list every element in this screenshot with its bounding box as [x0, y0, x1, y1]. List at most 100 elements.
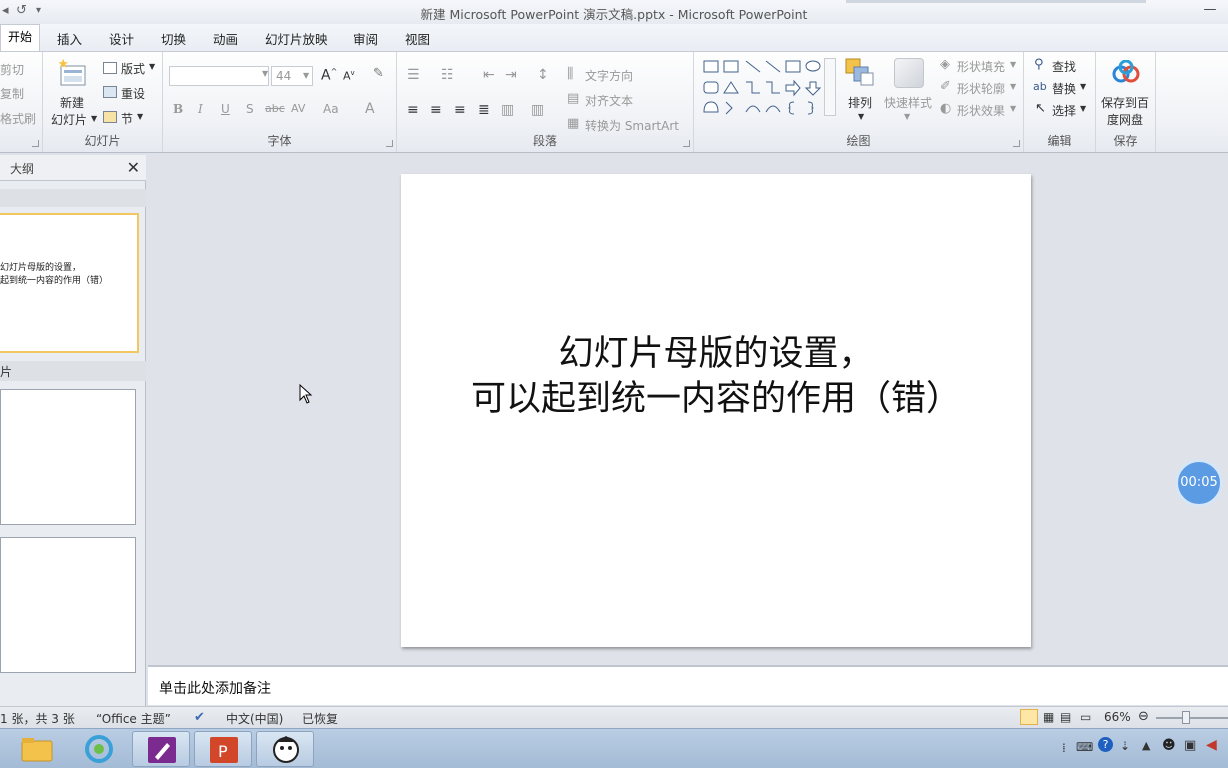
align-right-icon[interactable]: ≡ [454, 102, 466, 118]
recording-timer[interactable]: 00:05 [1175, 459, 1223, 507]
drawing-launcher-icon[interactable] [1013, 140, 1020, 147]
underline-button[interactable]: U [221, 102, 230, 116]
justify-icon[interactable]: ≣ [478, 102, 490, 118]
slide-thumbnail-2[interactable] [0, 389, 136, 525]
tab-insert[interactable]: 插入 [57, 29, 82, 48]
taskbar-powerpoint[interactable]: P [194, 731, 252, 767]
cut-button[interactable]: 剪切 [0, 61, 24, 78]
show-hidden-icon[interactable]: ▲ [1142, 739, 1150, 752]
shape-fill-button[interactable]: 形状填充 [957, 58, 1005, 75]
arrange-button[interactable]: 排列 [848, 94, 872, 111]
tab-slideshow[interactable]: 幻灯片放映 [265, 29, 328, 48]
text-direction-button[interactable]: 文字方向 [585, 67, 633, 84]
shrink-font-icon[interactable]: Av [343, 69, 355, 83]
font-launcher-icon[interactable] [386, 140, 393, 147]
shapes-scrollbar[interactable] [824, 58, 836, 116]
slide-title-line-1[interactable]: 幻灯片母版的设置， [401, 325, 1031, 376]
select-button[interactable]: 选择 [1052, 102, 1076, 119]
shape-outline-dropdown-icon[interactable]: ▼ [1010, 82, 1016, 91]
decrease-indent-icon[interactable]: ⇤ [483, 67, 495, 83]
font-color-button[interactable]: A [365, 101, 375, 117]
minimize-icon[interactable]: — [1200, 2, 1220, 20]
section-dropdown-icon[interactable]: ▼ [137, 112, 143, 121]
line-spacing-icon[interactable]: ↕ [537, 67, 549, 83]
tab-transitions[interactable]: 切换 [161, 29, 186, 48]
shadow-button[interactable]: S [246, 102, 254, 116]
font-name-dropdown-icon[interactable]: ▼ [262, 69, 268, 78]
shape-fill-dropdown-icon[interactable]: ▼ [1010, 60, 1016, 69]
arrange-dropdown-icon[interactable]: ▼ [858, 112, 864, 121]
section-button[interactable]: 节 [121, 110, 133, 127]
tab-review[interactable]: 审阅 [353, 29, 378, 48]
new-slide-label-1[interactable]: 新建 [60, 94, 84, 111]
shape-outline-button[interactable]: 形状轮廓 [957, 80, 1005, 97]
clear-format-icon[interactable]: ✎ [373, 66, 384, 81]
font-size-dropdown-icon[interactable]: ▼ [303, 71, 309, 80]
close-pane-icon[interactable]: ✕ [127, 158, 140, 177]
reset-button[interactable]: 重设 [121, 85, 145, 102]
zoom-slider-thumb[interactable] [1182, 711, 1190, 724]
shape-effects-dropdown-icon[interactable]: ▼ [1010, 104, 1016, 113]
zoom-slider-track[interactable] [1156, 717, 1228, 719]
slideshow-view-icon[interactable]: ▭ [1080, 710, 1091, 724]
select-dropdown-icon[interactable]: ▼ [1080, 104, 1086, 113]
bold-button[interactable]: B [173, 102, 183, 116]
reading-view-icon[interactable]: ▤ [1060, 710, 1071, 724]
tab-outline[interactable]: 大纲 [10, 160, 34, 177]
theme-name[interactable]: “Office 主题” [96, 710, 171, 727]
zoom-out-icon[interactable]: ⊖ [1138, 709, 1149, 724]
new-slide-label-2[interactable]: 幻灯片 [51, 111, 87, 128]
layout-button[interactable]: 版式 [121, 60, 145, 77]
sorter-view-icon[interactable]: ▦ [1043, 710, 1054, 724]
paragraph-launcher-icon[interactable] [683, 140, 690, 147]
quick-styles-dropdown-icon[interactable]: ▼ [904, 112, 910, 121]
tray-arrow-icon[interactable]: ⇣ [1120, 739, 1130, 753]
layout-dropdown-icon[interactable]: ▼ [149, 62, 155, 71]
slide-title-line-2[interactable]: 可以起到统一内容的作用（错） [401, 370, 1031, 421]
align-text-button[interactable]: 对齐文本 [585, 92, 633, 109]
grow-font-icon[interactable]: A^ [321, 67, 337, 84]
save-to-baidu-label-1[interactable]: 保存到百 [1101, 94, 1149, 111]
format-painter-button[interactable]: 格式刷 [0, 110, 36, 127]
taskbar-app[interactable] [256, 731, 314, 767]
spellcheck-icon[interactable]: ✔ [194, 710, 205, 725]
italic-button[interactable]: I [198, 102, 203, 116]
normal-view-icon[interactable] [1020, 709, 1038, 725]
qq-icon[interactable]: ☻ [1162, 738, 1176, 753]
shape-effects-button[interactable]: 形状效果 [957, 102, 1005, 119]
clipboard-launcher-icon[interactable] [32, 140, 39, 147]
replace-button[interactable]: 替换 [1052, 80, 1076, 97]
zoom-level[interactable]: 66% [1104, 710, 1131, 724]
shapes-gallery[interactable] [702, 58, 832, 118]
numbering-icon[interactable]: ☷ [441, 67, 454, 83]
find-button[interactable]: 查找 [1052, 58, 1076, 75]
bullets-icon[interactable]: ☰ [407, 67, 420, 83]
notes-pane[interactable]: 单击此处添加备注 [148, 665, 1228, 705]
slide-thumbnail-1[interactable]: 幻灯片母版的设置， 起到统一内容的作用（错） [0, 213, 139, 353]
distribute-icon[interactable]: ▥ [501, 102, 514, 118]
strikethrough-button[interactable]: abc [265, 102, 285, 115]
help-icon[interactable]: ? [1098, 737, 1113, 752]
new-slide-dropdown-icon[interactable]: ▼ [91, 114, 97, 123]
quick-styles-button[interactable]: 快速样式 [884, 94, 932, 111]
char-spacing-button[interactable]: AV [291, 102, 305, 115]
increase-indent-icon[interactable]: ⇥ [505, 67, 517, 83]
volume-icon[interactable]: ◀ [1206, 737, 1217, 753]
keyboard-icon[interactable]: ⌨ [1076, 740, 1093, 754]
tab-design[interactable]: 设计 [109, 29, 134, 48]
tab-view[interactable]: 视图 [405, 29, 430, 48]
copy-button[interactable]: 复制 [0, 85, 24, 102]
font-name-box[interactable] [169, 66, 269, 86]
slide-canvas[interactable]: 幻灯片母版的设置， 可以起到统一内容的作用（错） [401, 174, 1031, 647]
network-icon[interactable]: ▣ [1184, 738, 1196, 753]
language[interactable]: 中文(中国) [226, 710, 283, 727]
save-to-baidu-label-2[interactable]: 度网盘 [1107, 111, 1143, 128]
tab-animations[interactable]: 动画 [213, 29, 238, 48]
taskbar-explorer[interactable] [8, 731, 66, 767]
taskbar-browser[interactable] [70, 731, 128, 767]
align-left-icon[interactable]: ≡ [407, 102, 419, 118]
replace-dropdown-icon[interactable]: ▼ [1080, 82, 1086, 91]
tab-home[interactable]: 开始 [0, 24, 40, 51]
columns-icon[interactable]: ▥ [531, 102, 544, 118]
font-size-box[interactable]: 44 ▼ [271, 66, 313, 86]
